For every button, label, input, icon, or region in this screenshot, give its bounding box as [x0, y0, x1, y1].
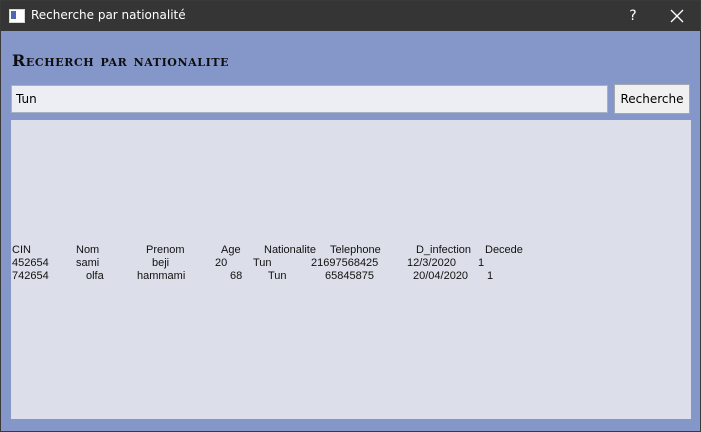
nom-cell: sami: [76, 257, 100, 269]
telephone-cell: 21697568425: [311, 257, 379, 269]
page-title: Recherch par nationalite: [12, 51, 230, 70]
decede-cell: 1: [478, 257, 485, 269]
prenom-cell: hammami: [137, 270, 186, 282]
header-age: Age: [221, 244, 241, 256]
header-cin: CIN: [12, 244, 31, 256]
header-d-infection: D_infection: [416, 244, 472, 256]
telephone-cell: 65845875: [325, 270, 374, 282]
title-bar: Recherche par nationalité ?: [1, 1, 700, 31]
nationalite-cell: Tun: [268, 270, 287, 282]
header-nationalite: Nationalite: [264, 244, 316, 256]
close-icon: [670, 9, 684, 23]
header-nom: Nom: [76, 244, 100, 256]
app-window-icon: [9, 9, 25, 23]
prenom-cell: beji: [152, 257, 170, 269]
recherche-dialog: Recherche par nationalité ? Recherch par…: [0, 0, 701, 432]
cin-cell: 452654: [12, 257, 49, 269]
decede-cell: 1: [487, 270, 494, 282]
age-cell: 68: [230, 270, 243, 282]
age-cell: 20: [215, 257, 228, 269]
nationalite-cell: Tun: [253, 257, 272, 269]
cin-cell: 742654: [12, 270, 49, 282]
close-button[interactable]: [658, 1, 696, 31]
d-infection-cell: 20/04/2020: [413, 270, 469, 282]
help-button[interactable]: ?: [620, 1, 646, 31]
nom-cell: olfa: [86, 270, 104, 282]
header-telephone: Telephone: [330, 244, 381, 256]
header-decede: Decede: [485, 244, 523, 256]
window-title: Recherche par nationalité: [31, 8, 186, 22]
nationality-search-input[interactable]: [11, 85, 608, 113]
d-infection-cell: 12/3/2020: [407, 257, 456, 269]
recherche-button[interactable]: Recherche: [614, 84, 690, 114]
results-panel: CIN Nom Prenom Age Nationalite Telephone…: [11, 120, 691, 419]
header-prenom: Prenom: [146, 244, 185, 256]
